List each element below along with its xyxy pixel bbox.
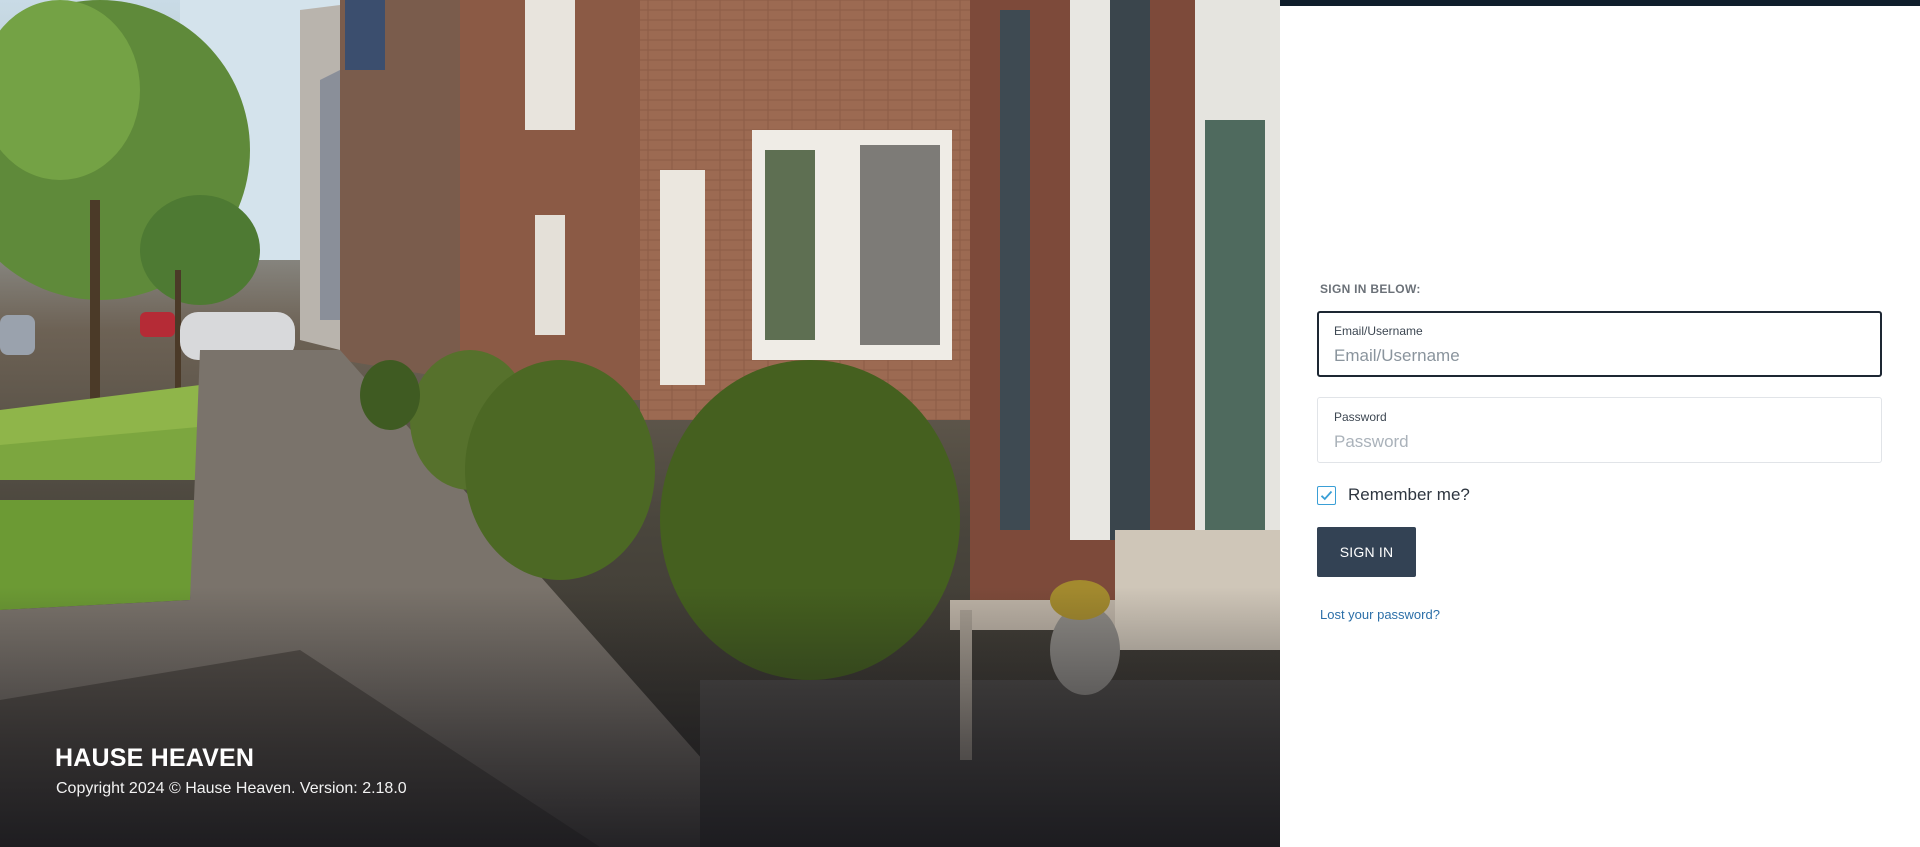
username-field[interactable]: Email/Username (1317, 311, 1882, 377)
password-label: Password (1334, 410, 1387, 424)
username-input[interactable] (1334, 344, 1854, 368)
remember-me-checkbox[interactable] (1317, 485, 1336, 505)
brand-name: HAUSE HEAVEN (55, 744, 255, 772)
signin-heading: SIGN IN BELOW: (1320, 282, 1421, 296)
username-label: Email/Username (1334, 324, 1423, 338)
hero-gradient-overlay (0, 587, 1280, 847)
password-input[interactable] (1334, 430, 1854, 454)
checkmark-icon (1320, 490, 1333, 500)
remember-me-label[interactable]: Remember me? (1348, 485, 1470, 505)
sign-in-button[interactable]: SIGN IN (1317, 527, 1416, 577)
hero-image-panel: HAUSE HEAVEN Copyright 2024 © Hause Heav… (0, 0, 1280, 847)
copyright-text: Copyright 2024 © Hause Heaven. Version: … (56, 780, 407, 797)
remember-me-row: Remember me? (1317, 485, 1882, 505)
top-accent-bar (1280, 0, 1920, 6)
lost-password-link[interactable]: Lost your password? (1320, 607, 1440, 622)
password-field[interactable]: Password (1317, 397, 1882, 463)
signin-form: SIGN IN BELOW: Email/Username Password R… (1317, 282, 1882, 624)
signin-panel: SIGN IN BELOW: Email/Username Password R… (1280, 0, 1920, 847)
